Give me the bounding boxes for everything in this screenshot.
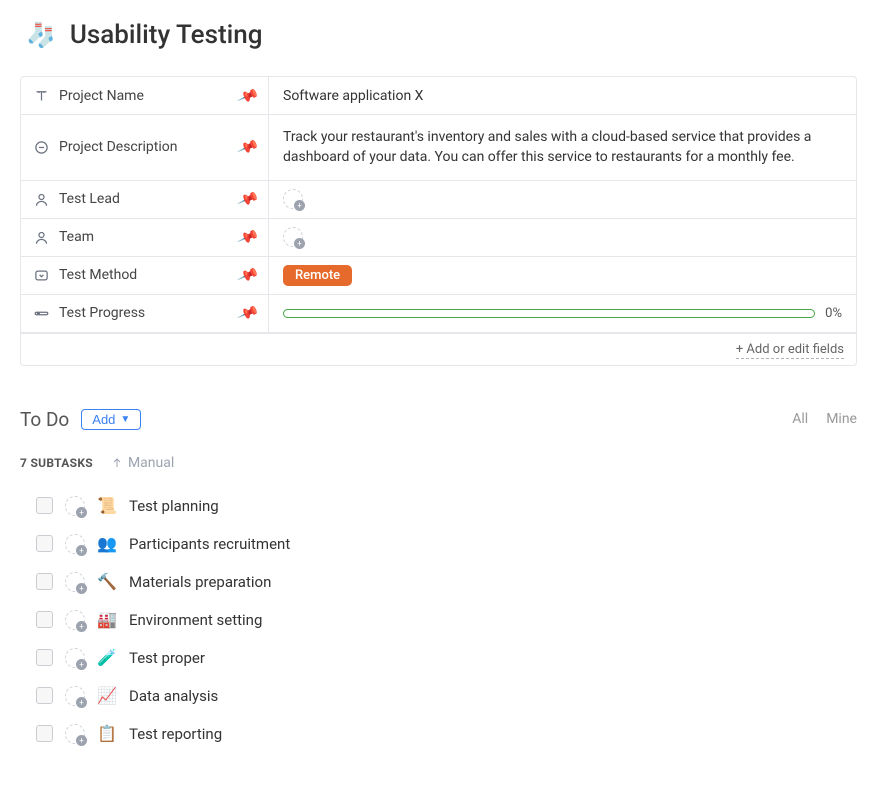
pin-icon[interactable]: 📌 [237, 225, 261, 248]
method-badge: Remote [283, 265, 352, 286]
field-label: Test Progress 📌 [21, 295, 269, 332]
sort-label: Manual [128, 455, 174, 471]
todo-header: To Do Add ▼ All Mine [20, 408, 857, 431]
subtasks-count: 7 SUBTASKS [20, 456, 93, 470]
page-title: Usability Testing [70, 20, 263, 50]
field-value[interactable]: Software application X [269, 77, 856, 114]
assignee-empty-icon[interactable] [65, 648, 85, 668]
label-text: Project Name [59, 88, 144, 104]
task-checkbox[interactable] [36, 573, 53, 590]
field-label: Team 📌 [21, 219, 269, 256]
add-fields-row: + Add or edit fields [21, 333, 856, 365]
text-type-icon [33, 88, 49, 104]
label-text: Test Lead [59, 191, 120, 207]
field-test-lead: Test Lead 📌 [21, 181, 856, 219]
progress-bar[interactable] [283, 309, 815, 318]
arrow-up-icon [111, 457, 123, 469]
task-title: Test proper [129, 649, 205, 667]
task-title: Test planning [129, 497, 219, 515]
field-value[interactable]: Track your restaurant's inventory and sa… [269, 115, 856, 180]
progress-wrap: 0% [283, 306, 842, 321]
field-project-description: Project Description 📌 Track your restaur… [21, 115, 856, 181]
assignee-empty-icon[interactable] [65, 572, 85, 592]
task-title: Data analysis [129, 687, 218, 705]
label-text: Test Progress [59, 305, 145, 321]
task-row[interactable]: 📜 Test planning [36, 487, 857, 525]
task-emoji: 📜 [97, 496, 117, 515]
field-test-progress: Test Progress 📌 0% [21, 295, 856, 333]
field-value[interactable] [269, 219, 856, 256]
assignee-empty-icon[interactable] [283, 189, 303, 209]
page-emoji: 🧦 [26, 21, 56, 49]
task-emoji: 👥 [97, 534, 117, 553]
todo-filters: All Mine [792, 411, 857, 427]
dropdown-icon [33, 267, 49, 283]
field-label: Test Method 📌 [21, 257, 269, 294]
page-header: 🧦 Usability Testing [20, 20, 857, 50]
chevron-down-icon: ▼ [120, 414, 130, 425]
filter-mine[interactable]: Mine [826, 411, 857, 427]
field-label: Project Description 📌 [21, 115, 269, 180]
task-row[interactable]: 📈 Data analysis [36, 677, 857, 715]
task-checkbox[interactable] [36, 687, 53, 704]
task-list: 📜 Test planning 👥 Participants recruitme… [20, 487, 857, 753]
description-icon [33, 139, 49, 155]
pin-icon[interactable]: 📌 [237, 136, 261, 159]
field-project-name: Project Name 📌 Software application X [21, 77, 856, 115]
field-label: Test Lead 📌 [21, 181, 269, 218]
task-row[interactable]: 🏭 Environment setting [36, 601, 857, 639]
label-text: Project Description [59, 139, 177, 155]
field-value[interactable]: 0% [269, 295, 856, 332]
pin-icon[interactable]: 📌 [237, 187, 261, 210]
add-button[interactable]: Add ▼ [81, 409, 141, 430]
task-checkbox[interactable] [36, 497, 53, 514]
todo-title: To Do [20, 408, 69, 431]
person-icon [33, 229, 49, 245]
task-emoji: 📋 [97, 724, 117, 743]
assignee-empty-icon[interactable] [65, 496, 85, 516]
filter-all[interactable]: All [792, 411, 808, 427]
sort-order[interactable]: Manual [111, 455, 174, 471]
task-title: Participants recruitment [129, 535, 290, 553]
task-checkbox[interactable] [36, 649, 53, 666]
task-title: Test reporting [129, 725, 222, 743]
assignee-empty-icon[interactable] [65, 724, 85, 744]
task-title: Materials preparation [129, 573, 271, 591]
progress-percent: 0% [825, 306, 842, 321]
task-emoji: 🔨 [97, 572, 117, 591]
todo-section: To Do Add ▼ All Mine 7 SUBTASKS Manual 📜… [20, 408, 857, 753]
field-value[interactable] [269, 181, 856, 218]
progress-icon [33, 305, 49, 321]
task-emoji: 🧪 [97, 648, 117, 667]
assignee-empty-icon[interactable] [283, 227, 303, 247]
pin-icon[interactable]: 📌 [237, 84, 261, 107]
add-button-label: Add [92, 412, 115, 427]
label-text: Team [59, 229, 94, 245]
assignee-empty-icon[interactable] [65, 686, 85, 706]
label-text: Test Method [59, 267, 137, 283]
task-title: Environment setting [129, 611, 262, 629]
task-row[interactable]: 📋 Test reporting [36, 715, 857, 753]
task-row[interactable]: 👥 Participants recruitment [36, 525, 857, 563]
person-icon [33, 191, 49, 207]
subtasks-header: 7 SUBTASKS Manual [20, 455, 857, 471]
field-test-method: Test Method 📌 Remote [21, 257, 856, 295]
task-emoji: 📈 [97, 686, 117, 705]
assignee-empty-icon[interactable] [65, 534, 85, 554]
pin-icon[interactable]: 📌 [237, 263, 261, 286]
task-checkbox[interactable] [36, 535, 53, 552]
fields-table: Project Name 📌 Software application X Pr… [20, 76, 857, 366]
add-edit-fields-link[interactable]: + Add or edit fields [736, 342, 844, 359]
field-team: Team 📌 [21, 219, 856, 257]
task-emoji: 🏭 [97, 610, 117, 629]
task-checkbox[interactable] [36, 725, 53, 742]
task-checkbox[interactable] [36, 611, 53, 628]
task-row[interactable]: 🧪 Test proper [36, 639, 857, 677]
pin-icon[interactable]: 📌 [237, 301, 261, 324]
field-label: Project Name 📌 [21, 77, 269, 114]
assignee-empty-icon[interactable] [65, 610, 85, 630]
field-value[interactable]: Remote [269, 257, 856, 294]
task-row[interactable]: 🔨 Materials preparation [36, 563, 857, 601]
